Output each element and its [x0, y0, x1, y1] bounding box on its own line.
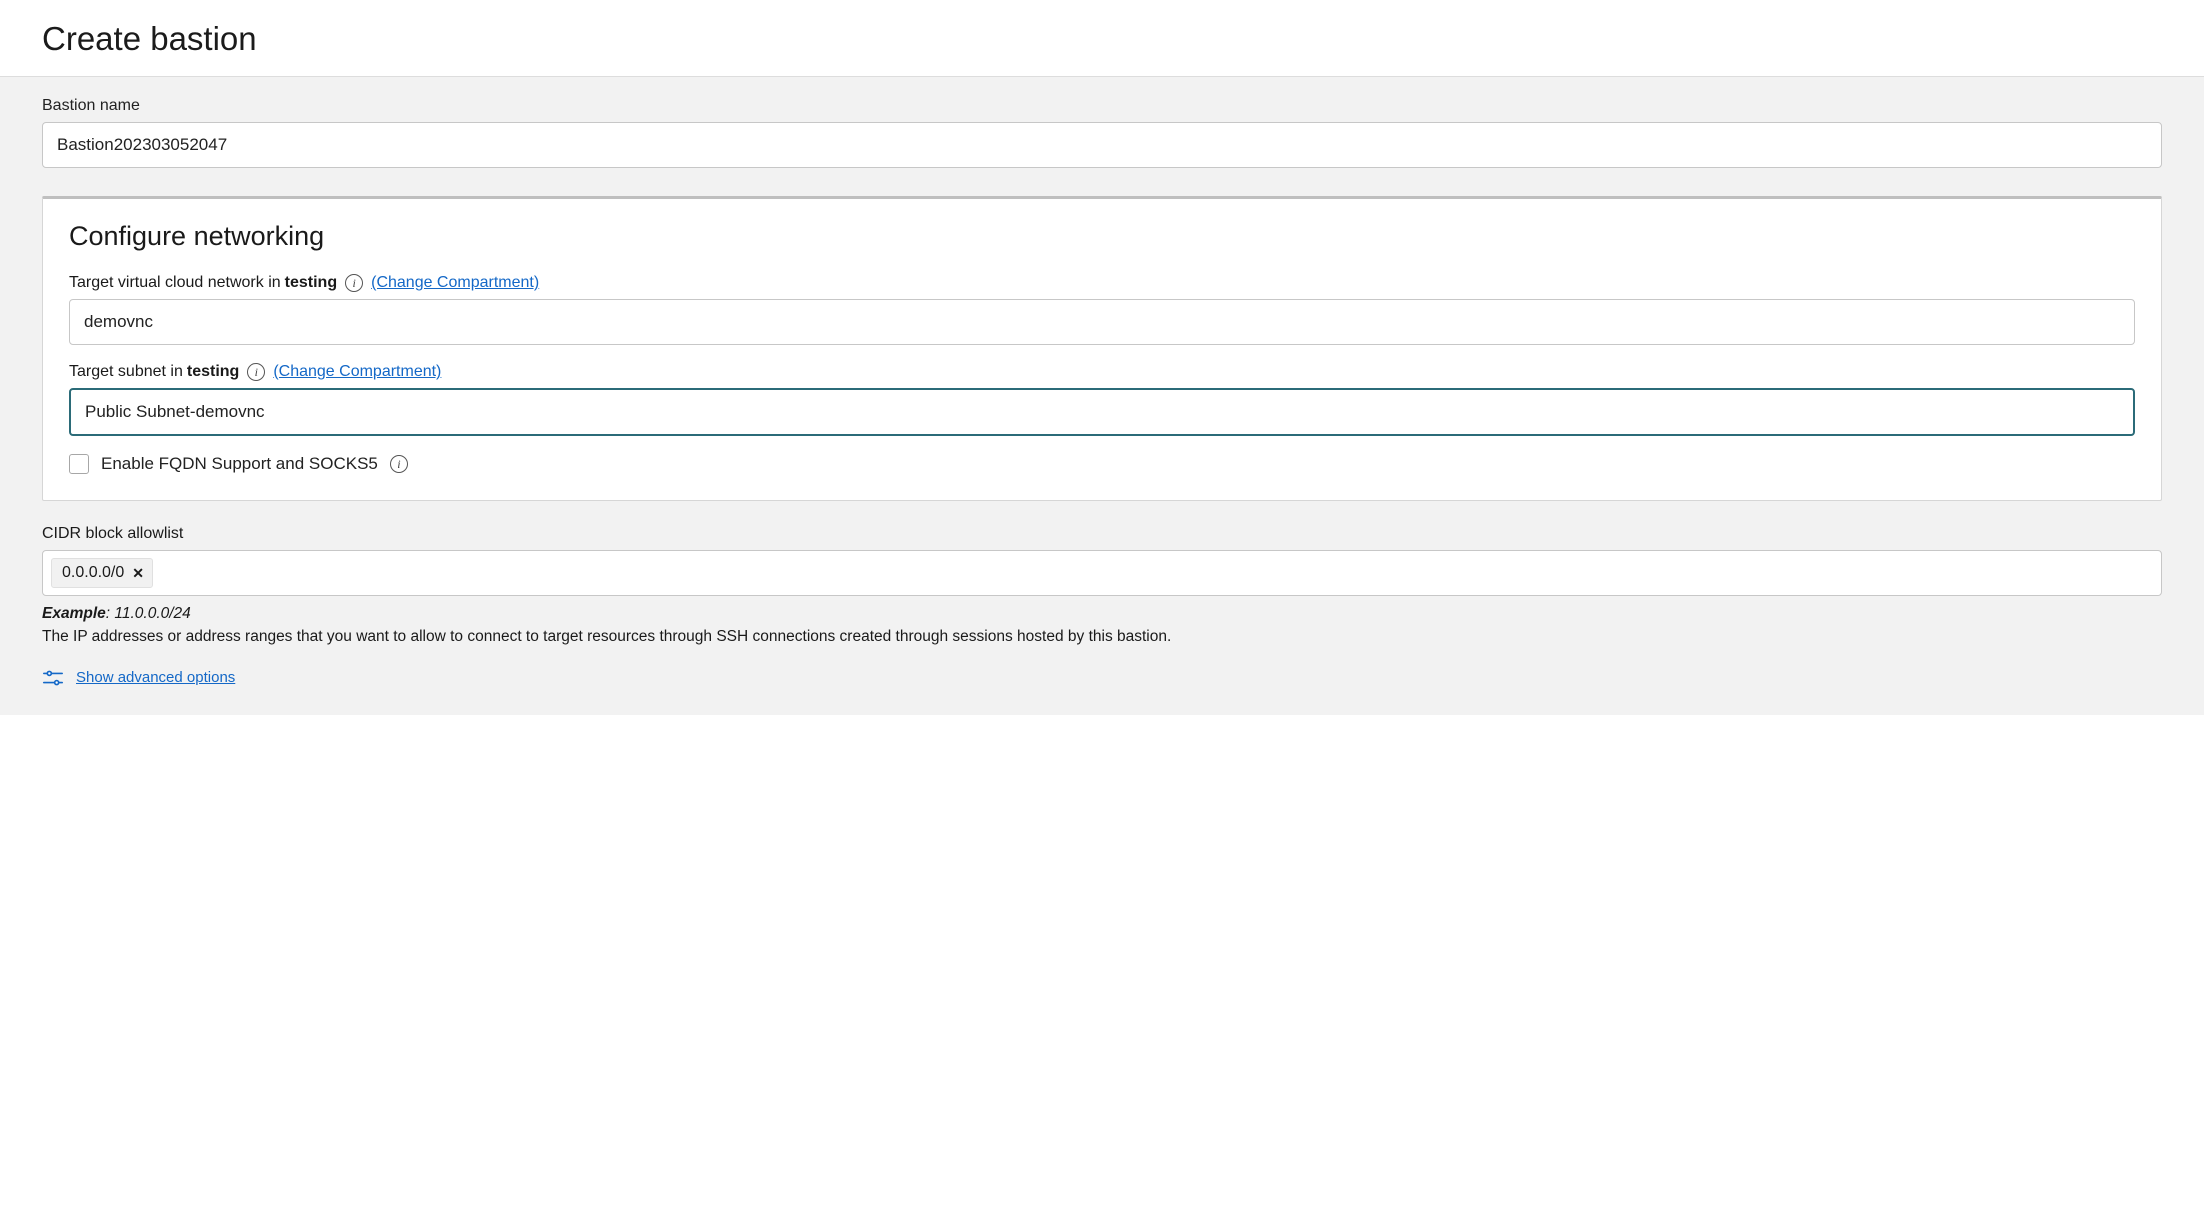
cidr-example-label: Example	[42, 605, 106, 622]
bastion-name-field: Bastion name	[0, 97, 2204, 186]
cidr-example: Example: 11.0.0.0/24	[42, 602, 2162, 625]
fqdn-checkbox-row: Enable FQDN Support and SOCKS5 i	[69, 454, 2135, 474]
vcn-label-row: Target virtual cloud network in testing …	[69, 274, 2135, 292]
cidr-label: CIDR block allowlist	[42, 525, 2162, 543]
subnet-change-compartment-link[interactable]: (Change Compartment)	[273, 363, 441, 381]
bastion-name-label: Bastion name	[42, 97, 2162, 115]
bastion-name-input[interactable]	[42, 122, 2162, 168]
fqdn-checkbox-label: Enable FQDN Support and SOCKS5 i	[101, 454, 412, 474]
cidr-help: Example: 11.0.0.0/24 The IP addresses or…	[42, 602, 2162, 649]
fqdn-checkbox-text: Enable FQDN Support and SOCKS5	[101, 454, 378, 474]
vcn-label-prefix: Target virtual cloud network in	[69, 274, 281, 292]
vcn-compartment-name: testing	[285, 274, 337, 292]
cidr-chip-text: 0.0.0.0/0	[62, 564, 124, 582]
vcn-change-compartment-link[interactable]: (Change Compartment)	[371, 274, 539, 292]
cidr-chip: 0.0.0.0/0 ✕	[51, 558, 153, 588]
vcn-select-value: demovnc	[84, 312, 153, 332]
sliders-icon	[42, 669, 64, 687]
page-header: Create bastion	[0, 0, 2204, 77]
networking-card: Configure networking Target virtual clou…	[42, 196, 2162, 501]
fqdn-checkbox[interactable]	[69, 454, 89, 474]
cidr-example-value: : 11.0.0.0/24	[106, 605, 191, 622]
advanced-options-row: Show advanced options	[42, 669, 2162, 687]
networking-section-title: Configure networking	[69, 221, 2135, 252]
cidr-chips-input[interactable]: 0.0.0.0/0 ✕	[42, 550, 2162, 596]
cidr-field: CIDR block allowlist 0.0.0.0/0 ✕	[0, 501, 2204, 596]
form-body: Bastion name Configure networking Target…	[0, 77, 2204, 715]
show-advanced-options-link[interactable]: Show advanced options	[76, 669, 235, 686]
subnet-label-prefix: Target subnet in	[69, 363, 183, 381]
subnet-select[interactable]: Public Subnet-demovnc	[69, 388, 2135, 436]
subnet-compartment-name: testing	[187, 363, 239, 381]
info-icon[interactable]: i	[345, 274, 363, 292]
info-icon[interactable]: i	[247, 363, 265, 381]
subnet-field: Target subnet in testing i (Change Compa…	[69, 363, 2135, 436]
vcn-field: Target virtual cloud network in testing …	[69, 274, 2135, 345]
vcn-select[interactable]: demovnc	[69, 299, 2135, 345]
info-icon[interactable]: i	[390, 455, 408, 473]
subnet-select-value: Public Subnet-demovnc	[85, 402, 265, 422]
cidr-description: The IP addresses or address ranges that …	[42, 625, 2162, 648]
page-title: Create bastion	[42, 20, 2162, 58]
subnet-label-row: Target subnet in testing i (Change Compa…	[69, 363, 2135, 381]
create-bastion-panel: Create bastion Bastion name Configure ne…	[0, 0, 2204, 715]
close-icon[interactable]: ✕	[132, 565, 144, 582]
